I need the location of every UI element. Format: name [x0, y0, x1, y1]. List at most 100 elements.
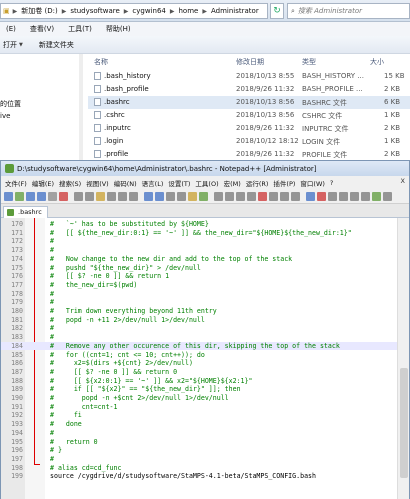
file-row[interactable]: .inputrc 2018/9/26 11:32 INPUTRC 文件 2 KB: [88, 122, 410, 135]
toolbar-button-icon[interactable]: [372, 192, 381, 201]
menu-file[interactable]: 文件(F): [5, 178, 27, 188]
code-editor[interactable]: 170 # `~' has to be substituted by ${HOME…: [1, 218, 409, 499]
column-header-date[interactable]: 修改日期: [236, 57, 264, 67]
menu-help[interactable]: ?: [330, 179, 333, 187]
toolbar-button-icon[interactable]: [118, 192, 127, 201]
menu-tools[interactable]: 工具(O): [195, 178, 218, 188]
toolbar-button-icon[interactable]: [177, 192, 186, 201]
nav-item-recent[interactable]: 的位置: [0, 99, 21, 109]
search-input[interactable]: ⌕ 搜索 Administrator: [287, 3, 410, 19]
toolbar-button-icon[interactable]: [350, 192, 359, 201]
toolbar-button-icon[interactable]: [48, 192, 57, 201]
file-row[interactable]: .bash_history 2018/10/13 8:55 BASH_HISTORY…: [88, 70, 410, 83]
toolbar-button-icon[interactable]: [188, 192, 197, 201]
menu-language[interactable]: 语言(L): [142, 178, 164, 188]
toolbar-button-icon[interactable]: [258, 192, 267, 201]
line-text: # done: [50, 420, 82, 429]
menu-plugins[interactable]: 插件(P): [273, 178, 295, 188]
toolbar-button-icon[interactable]: [306, 192, 315, 201]
breadcrumb[interactable]: ▣ ▶ 新加卷 (D:) ▶ studysoftware ▶ cygwin64 ▶ home ▶ A…: [0, 3, 268, 19]
tab-bashrc[interactable]: .bashrc: [3, 206, 48, 218]
toolbar-button-icon[interactable]: [155, 192, 164, 201]
refresh-icon[interactable]: ↻: [270, 3, 284, 19]
line-number: 174: [11, 254, 23, 263]
toolbar-button-icon[interactable]: [291, 192, 300, 201]
file-row[interactable]: .cshrc 2018/10/13 8:56 CSHRC 文件 1 KB: [88, 109, 410, 122]
new-folder-button[interactable]: 新建文件夹: [39, 40, 74, 50]
toolbar-button-icon[interactable]: [214, 192, 223, 201]
toolbar-button-icon[interactable]: [328, 192, 337, 201]
line-text: # pushd "${the_new_dir}" > /dev/null: [50, 263, 201, 272]
toolbar-button-icon[interactable]: [74, 192, 83, 201]
chevron-right-icon[interactable]: ▶: [11, 8, 20, 15]
toolbar-button-icon[interactable]: [4, 192, 13, 201]
menu-window[interactable]: 窗口(W): [300, 178, 325, 188]
nav-item-onedrive[interactable]: ive: [0, 112, 10, 120]
column-header-type[interactable]: 类型: [302, 57, 316, 67]
code-line: 173 #: [1, 246, 397, 255]
breadcrumb-item[interactable]: 新加卷 (D:): [19, 6, 59, 16]
menu-edit[interactable]: (E): [6, 25, 16, 33]
breadcrumb-item[interactable]: studysoftware: [68, 7, 121, 15]
file-name: .bash_profile: [104, 85, 149, 93]
line-text: # cnt=cnt-1: [50, 402, 118, 411]
menu-encoding[interactable]: 编码(N): [114, 178, 137, 188]
open-button[interactable]: 打开 ▼: [3, 40, 23, 50]
chevron-right-icon[interactable]: ▶: [60, 8, 69, 15]
toolbar-button-icon[interactable]: [317, 192, 326, 201]
chevron-right-icon[interactable]: ▶: [200, 8, 209, 15]
menu-macro[interactable]: 宏(M): [224, 178, 241, 188]
toolbar-button-icon[interactable]: [280, 192, 289, 201]
menu-search[interactable]: 搜索(S): [59, 178, 81, 188]
toolbar-button-icon[interactable]: [269, 192, 278, 201]
menu-help[interactable]: 帮助(H): [106, 24, 131, 34]
toolbar-button-icon[interactable]: [107, 192, 116, 201]
npp-toolbar: [1, 190, 409, 204]
file-type: BASHRC 文件: [302, 99, 347, 107]
toolbar-button-icon[interactable]: [15, 192, 24, 201]
line-number: 189: [11, 385, 23, 394]
menu-view[interactable]: 视图(V): [86, 178, 109, 188]
vertical-scrollbar[interactable]: [397, 218, 409, 499]
line-number: 183: [11, 333, 23, 342]
toolbar-button-icon[interactable]: [225, 192, 234, 201]
column-header-name[interactable]: 名称: [94, 57, 108, 67]
code-line: 195 # return 0: [1, 438, 397, 447]
breadcrumb-item[interactable]: cygwin64: [130, 7, 167, 15]
menu-run[interactable]: 运行(R): [246, 178, 269, 188]
code-line: 180 # Trim down everything beyond 11th en…: [1, 307, 397, 316]
toolbar-button-icon[interactable]: [129, 192, 138, 201]
breadcrumb-item[interactable]: home: [177, 7, 201, 15]
toolbar-button-icon[interactable]: [236, 192, 245, 201]
toolbar-button-icon[interactable]: [199, 192, 208, 201]
toolbar-button-icon[interactable]: [361, 192, 370, 201]
line-number: 195: [11, 437, 23, 446]
file-row[interactable]: .login 2018/10/12 18:12 LOGIN 文件 1 KB: [88, 135, 410, 148]
menu-settings[interactable]: 设置(T): [168, 178, 190, 188]
toolbar-button-icon[interactable]: [96, 192, 105, 201]
explorer-window: ▣ ▶ 新加卷 (D:) ▶ studysoftware ▶ cygwin64 ▶ home ▶ A…: [0, 0, 410, 160]
toolbar-button-icon[interactable]: [247, 192, 256, 201]
nav-scrollbar[interactable]: [79, 54, 83, 160]
menu-edit[interactable]: 编辑(E): [32, 178, 54, 188]
toolbar-button-icon[interactable]: [37, 192, 46, 201]
breadcrumb-item[interactable]: Administrator: [209, 7, 261, 15]
toolbar-button-icon[interactable]: [59, 192, 68, 201]
file-type: INPUTRC 文件: [302, 125, 349, 133]
file-row[interactable]: .bashrc 2018/10/13 8:56 BASHRC 文件 6 KB: [88, 96, 410, 109]
scrollbar-thumb[interactable]: [400, 368, 408, 478]
line-text: #: [50, 324, 54, 333]
file-row[interactable]: .bash_profile 2018/9/26 11:32 BASH_PROFILE…: [88, 83, 410, 96]
toolbar-button-icon[interactable]: [383, 192, 392, 201]
column-header-size[interactable]: 大小: [370, 57, 384, 67]
toolbar-button-icon[interactable]: [339, 192, 348, 201]
close-icon[interactable]: X: [401, 177, 405, 185]
toolbar-button-icon[interactable]: [166, 192, 175, 201]
toolbar-button-icon[interactable]: [26, 192, 35, 201]
toolbar-button-icon[interactable]: [144, 192, 153, 201]
chevron-right-icon[interactable]: ▶: [122, 8, 131, 15]
chevron-right-icon[interactable]: ▶: [168, 8, 177, 15]
menu-tools[interactable]: 工具(T): [68, 24, 92, 34]
toolbar-button-icon[interactable]: [85, 192, 94, 201]
menu-view[interactable]: 查看(V): [30, 24, 54, 34]
